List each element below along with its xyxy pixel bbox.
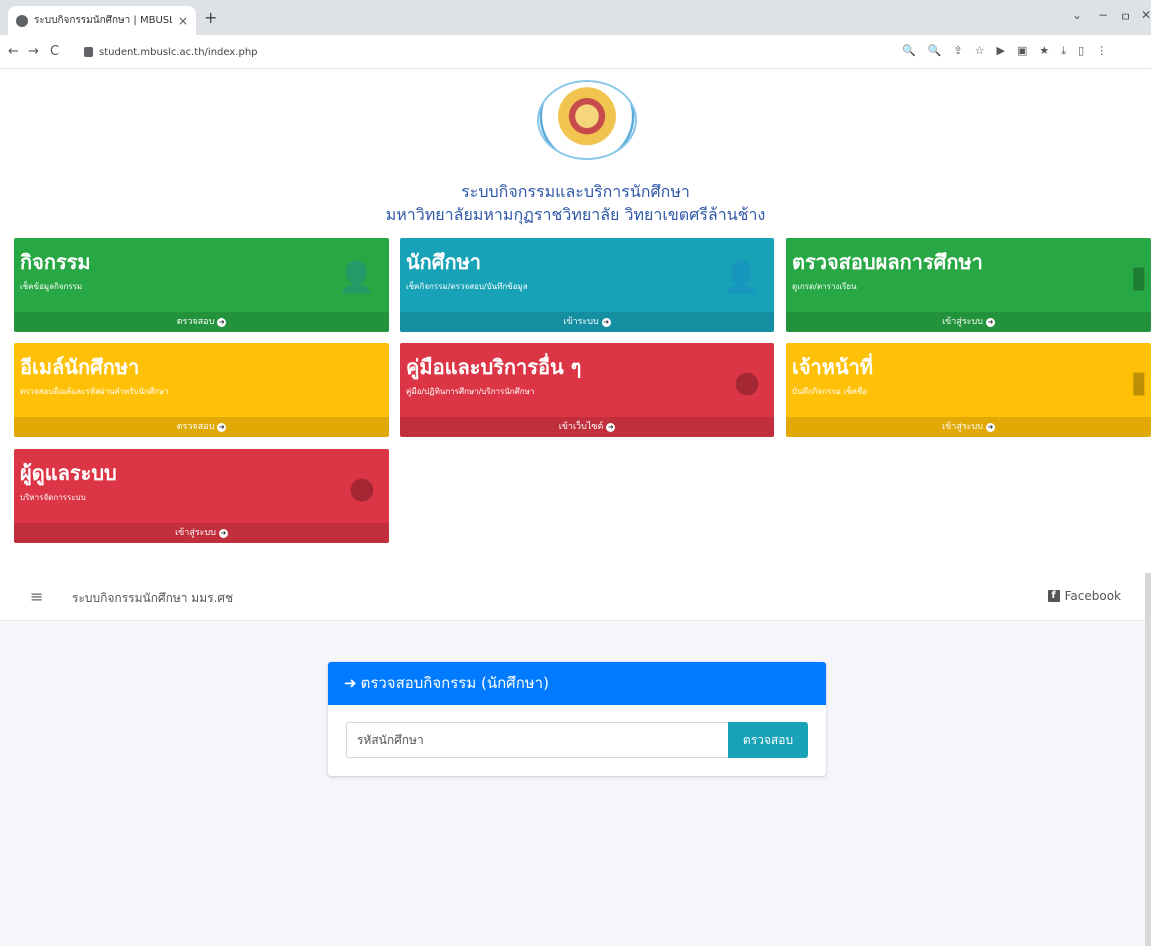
facebook-icon: f [1047, 590, 1060, 602]
arrow-circle-right-icon: ➜ [218, 529, 228, 538]
tile-footer-link[interactable]: เข้าสู่ระบบ ➜ [14, 523, 389, 543]
play-extension-icon[interactable]: ▶ [997, 44, 1005, 58]
pie-chart-icon: ● [733, 365, 760, 400]
tile-title: ตรวจสอบผลการศึกษา [792, 250, 983, 274]
sign-in-icon: ➜ [344, 674, 357, 692]
site-title-line1: ระบบกิจกรรมและบริการนักศึกษา [461, 182, 690, 201]
restore-icon[interactable]: ㅁ [1120, 8, 1131, 25]
pie-chart-icon: ● [348, 471, 375, 506]
tile-title: เจ้าหน้าที่ [792, 355, 874, 379]
bar-chart-icon: ▮ [1130, 260, 1147, 295]
tile-title: ผู้ดูแลระบบ [20, 461, 117, 485]
tile-subtitle: ดูเกรด/ตารางเรียน [792, 282, 857, 291]
browser-toolbar: 🔍 🔍 ⇪ ☆ ▶ ▣ ★ ⤓ ▯ ⋮ [902, 44, 1107, 58]
tile-student-email: อีเมล์นักศึกษา ตรวจสอบอีเมล์และรหัสผ่านส… [14, 343, 389, 437]
tab-search-icon[interactable]: ⌄ [1072, 8, 1082, 22]
scrollbar[interactable] [1145, 573, 1151, 946]
tile-grade-check: ตรวจสอบผลการศึกษา ดูเกรด/ตารางเรียน ▮ เข… [786, 238, 1151, 332]
tile-footer-link[interactable]: ตรวจสอบ ➜ [14, 417, 389, 437]
url-text: student.mbuslc.ac.th/index.php [99, 46, 258, 58]
tile-title: อีเมล์นักศึกษา [20, 355, 140, 379]
card-header-title: ตรวจสอบกิจกรรม (นักศึกษา) [360, 674, 549, 692]
bookmark-star-icon[interactable]: ☆ [975, 44, 985, 58]
tile-subtitle: บริหารจัดการระบบ [20, 493, 86, 502]
address-bar: ← → C student.mbuslc.ac.th/index.php 🔍 🔍… [0, 35, 1151, 69]
arrow-circle-right-icon: ➜ [217, 318, 227, 327]
tile-subtitle: ตรวจสอบอีเมล์และรหัสผ่านสำหรับนักศึกษา [20, 387, 169, 396]
tile-subtitle: เช็คกิจกรรม/ตรวจสอบ/บันทึกข้อมูล [406, 282, 528, 291]
new-tab-button[interactable]: + [204, 8, 217, 27]
activity-check-card: ➜ตรวจสอบกิจกรรม (นักศึกษา) ตรวจสอบ [328, 662, 826, 776]
check-button[interactable]: ตรวจสอบ [728, 722, 808, 758]
extension-green-icon[interactable]: ▣ [1017, 44, 1027, 58]
tile-footer-link[interactable]: เข้าเว็บไซต์ ➜ [400, 417, 774, 437]
site-title-line2: มหาวิทยาลัยมหามกุฏราชวิทยาลัย วิทยาเขตศร… [385, 205, 766, 224]
tile-footer-link[interactable]: เข้าสู่ระบบ ➜ [786, 312, 1151, 332]
tile-subtitle: บันทึกกิจกรรม เช็คชื่อ [792, 387, 868, 396]
arrow-circle-right-icon: ➜ [601, 318, 611, 327]
minimize-icon[interactable]: − [1098, 8, 1108, 22]
site-favicon-icon [16, 14, 28, 27]
tile-title: นักศึกษา [406, 250, 481, 274]
tile-footer-label: เข้าสู่ระบบ [942, 317, 983, 327]
tile-footer-label: ตรวจสอบ [176, 317, 215, 327]
tile-subtitle: เช็คข้อมูลกิจกรรม [20, 282, 83, 291]
student-id-input[interactable] [346, 722, 728, 758]
forward-arrow-icon[interactable]: → [28, 44, 39, 59]
university-logo [537, 80, 637, 160]
tile-title: กิจกรรม [20, 250, 91, 274]
tab-title: ระบบกิจกรรมนักศึกษา | MBUSLC [34, 15, 172, 26]
app-brand[interactable]: ระบบกิจกรรมนักศึกษา มมร.ศช [72, 589, 233, 608]
tile-footer-link[interactable]: เข้าสู่ระบบ ➜ [786, 417, 1151, 437]
tile-subtitle: คู่มือ/ปฏิทินการศึกษา/บริการนักศึกษา [406, 387, 535, 396]
tile-footer-label: ตรวจสอบ [176, 422, 215, 432]
extensions-puzzle-icon[interactable]: ★ [1039, 44, 1049, 58]
side-panel-icon[interactable]: ▯ [1078, 44, 1084, 58]
tab-close-icon[interactable]: × [178, 14, 188, 28]
tile-footer-label: เข้าสู่ระบบ [942, 422, 983, 432]
arrow-circle-right-icon: ➜ [985, 318, 995, 327]
facebook-link[interactable]: f Facebook [1047, 589, 1121, 603]
tile-student: นักศึกษา เช็คกิจกรรม/ตรวจสอบ/บันทึกข้อมู… [400, 238, 774, 332]
browser-tab[interactable]: ระบบกิจกรรมนักศึกษา | MBUSLC × [8, 6, 196, 35]
arrow-circle-right-icon: ➜ [217, 423, 227, 432]
hamburger-menu-icon[interactable]: ≡ [30, 587, 43, 606]
back-arrow-icon[interactable]: ← [8, 44, 19, 59]
user-plus-icon: 👤 [337, 260, 375, 295]
close-window-icon[interactable]: ✕ [1141, 8, 1151, 22]
zoom-out-icon[interactable]: 🔍 [902, 44, 916, 58]
tile-footer-link[interactable]: เข้าระบบ ➜ [400, 312, 774, 332]
arrow-circle-right-icon: ➜ [985, 423, 995, 432]
arrow-circle-right-icon: ➜ [606, 423, 616, 432]
tile-footer-label: เข้าเว็บไซต์ [558, 422, 604, 432]
tile-title: คู่มือและบริการอื่น ๆ [406, 355, 582, 379]
tile-admin: ผู้ดูแลระบบ บริหารจัดการระบบ ● เข้าสู่ระ… [14, 449, 389, 543]
tile-footer-link[interactable]: ตรวจสอบ ➜ [14, 312, 389, 332]
zoom-in-icon[interactable]: 🔍 [928, 44, 942, 58]
browser-tab-bar: ระบบกิจกรรมนักศึกษา | MBUSLC × + ⌄ − ㅁ ✕ [0, 0, 1151, 35]
user-plus-icon: 👤 [722, 260, 760, 295]
download-icon[interactable]: ⤓ [1061, 44, 1066, 58]
facebook-label: Facebook [1064, 589, 1121, 603]
tile-activity: กิจกรรม เช็คข้อมูลกิจกรรม 👤 ตรวจสอบ ➜ [14, 238, 389, 332]
url-field[interactable]: student.mbuslc.ac.th/index.php [84, 41, 904, 63]
lock-icon [84, 47, 93, 57]
reload-icon[interactable]: C [50, 44, 59, 59]
bar-chart-icon: ▮ [1130, 365, 1147, 400]
app-navbar: ≡ ระบบกิจกรรมนักศึกษา มมร.ศช f Facebook [0, 573, 1145, 621]
tile-staff: เจ้าหน้าที่ บันทึกกิจกรรม เช็คชื่อ ▮ เข้… [786, 343, 1151, 437]
tile-footer-label: เข้าสู่ระบบ [175, 528, 216, 538]
card-header: ➜ ตรวจสอบกิจกรรม (นักศึกษา) [328, 662, 826, 705]
browser-menu-icon[interactable]: ⋮ [1096, 44, 1107, 58]
tile-footer-label: เข้าระบบ [563, 317, 599, 327]
tile-manual-services: คู่มือและบริการอื่น ๆ คู่มือ/ปฏิทินการศึ… [400, 343, 774, 437]
student-id-search: ตรวจสอบ [346, 722, 808, 758]
share-icon[interactable]: ⇪ [953, 44, 962, 58]
